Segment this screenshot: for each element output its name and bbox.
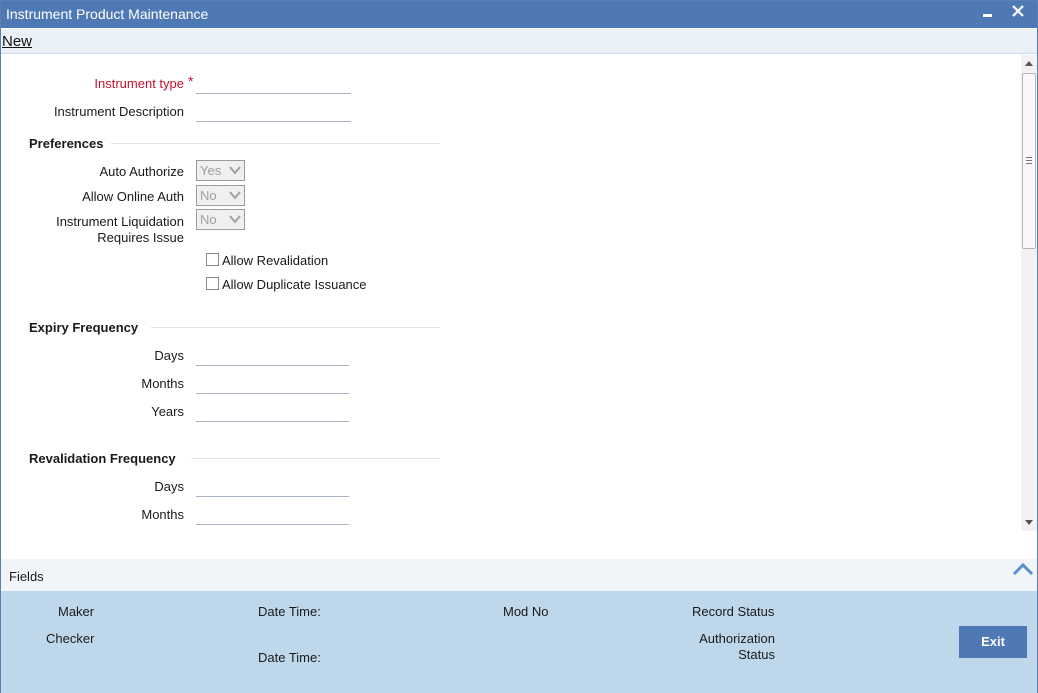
- audit-panel: Maker Checker Date Time: Date Time: Mod …: [1, 591, 1037, 693]
- expiry-frequency-divider: [151, 327, 440, 328]
- instrument-type-label: Instrument type: [94, 76, 184, 91]
- close-icon[interactable]: [1011, 2, 1025, 27]
- instrument-type-input[interactable]: [196, 74, 351, 94]
- auto-authorize-select[interactable]: Yes: [196, 160, 245, 181]
- maintenance-window: Instrument Product Maintenance New Instr…: [0, 0, 1038, 693]
- allow-online-auth-label: Allow Online Auth: [82, 189, 184, 204]
- revalidation-days-label: Days: [154, 479, 184, 494]
- revalidation-frequency-section-title: Revalidation Frequency: [29, 451, 176, 466]
- instrument-description-label: Instrument Description: [53, 104, 184, 119]
- expiry-months-input[interactable]: [196, 374, 349, 394]
- instrument-liquidation-value: No: [200, 212, 217, 227]
- fields-label[interactable]: Fields: [9, 569, 44, 584]
- authorization-status-label: Authorization Status: [699, 631, 775, 662]
- revalidation-months-input[interactable]: [196, 505, 349, 525]
- expiry-years-input[interactable]: [196, 402, 349, 422]
- expiry-days-label: Days: [154, 348, 184, 363]
- mod-no-label: Mod No: [503, 604, 549, 619]
- allow-online-auth-value: No: [200, 188, 217, 203]
- allow-duplicate-issuance-checkbox[interactable]: [206, 277, 219, 290]
- exit-button[interactable]: Exit: [959, 626, 1027, 658]
- menu-bar: New: [1, 29, 1037, 54]
- chevron-up-icon[interactable]: [1011, 561, 1035, 577]
- required-marker: *: [188, 73, 194, 89]
- vertical-scrollbar[interactable]: [1021, 55, 1037, 531]
- allow-revalidation-checkbox[interactable]: [206, 253, 219, 266]
- revalidation-months-label: Months: [141, 507, 184, 522]
- checker-label: Checker: [46, 631, 95, 646]
- expiry-months-label: Months: [141, 376, 184, 391]
- maker-label: Maker: [58, 604, 95, 619]
- checker-date-time-label: Date Time:: [258, 650, 321, 665]
- revalidation-frequency-divider: [191, 458, 440, 459]
- new-menu-item[interactable]: New: [2, 33, 32, 50]
- grip-icon: [1026, 157, 1032, 164]
- preferences-section-title: Preferences: [29, 136, 104, 151]
- record-status-label: Record Status: [692, 604, 775, 619]
- expiry-frequency-section-title: Expiry Frequency: [29, 320, 139, 335]
- instrument-liquidation-select[interactable]: No: [196, 209, 245, 230]
- chevron-down-icon: [229, 191, 241, 200]
- allow-online-auth-select[interactable]: No: [196, 185, 245, 206]
- auto-authorize-label: Auto Authorize: [99, 164, 184, 179]
- allow-duplicate-issuance-label: Allow Duplicate Issuance: [222, 277, 367, 292]
- expiry-days-input[interactable]: [196, 346, 349, 366]
- revalidation-days-input[interactable]: [196, 477, 349, 497]
- window-title: Instrument Product Maintenance: [6, 6, 209, 22]
- instrument-liquidation-label: Instrument Liquidation Requires Issue: [56, 214, 184, 245]
- expiry-years-label: Years: [151, 404, 184, 419]
- minimize-icon[interactable]: [982, 2, 994, 27]
- allow-revalidation-label: Allow Revalidation: [222, 253, 329, 268]
- maker-date-time-label: Date Time:: [258, 604, 321, 619]
- title-bar: Instrument Product Maintenance: [1, 1, 1037, 28]
- chevron-down-icon: [229, 166, 241, 175]
- scroll-up-icon[interactable]: [1025, 61, 1033, 66]
- instrument-description-input[interactable]: [196, 102, 351, 122]
- auto-authorize-value: Yes: [200, 163, 222, 178]
- scrollbar-thumb[interactable]: [1022, 73, 1036, 249]
- scroll-down-icon[interactable]: [1025, 520, 1033, 525]
- chevron-down-icon: [229, 215, 241, 224]
- preferences-divider: [111, 143, 440, 144]
- fields-bar: Fields: [1, 559, 1037, 591]
- form-content: Instrument type * Instrument Description…: [1, 55, 1021, 531]
